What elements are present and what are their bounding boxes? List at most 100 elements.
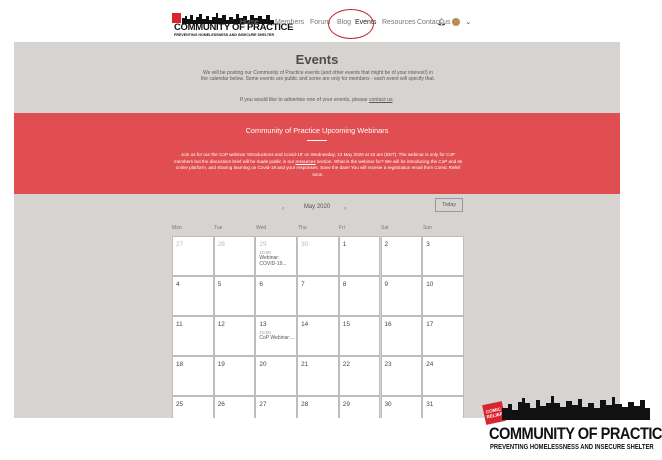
day-number: 25 bbox=[176, 401, 184, 408]
nav-item-home[interactable]: Home bbox=[240, 19, 259, 26]
calendar-day-cell[interactable]: 30 bbox=[380, 396, 423, 418]
weekday-label: Tue bbox=[214, 225, 223, 231]
avatar[interactable] bbox=[452, 18, 461, 26]
day-number: 20 bbox=[259, 361, 267, 368]
calendar-day-cell[interactable]: 2 bbox=[380, 236, 423, 276]
calendar-day-cell[interactable]: 28 bbox=[297, 396, 339, 418]
day-number: 11 bbox=[176, 321, 183, 328]
day-number: 14 bbox=[301, 321, 309, 328]
calendar-day-cell[interactable]: 11 bbox=[172, 316, 214, 356]
banner-divider bbox=[307, 140, 327, 141]
calendar-day-cell[interactable]: 28 bbox=[213, 236, 256, 276]
calendar-day-cell[interactable]: 27 bbox=[255, 396, 298, 418]
calendar-day-cell[interactable]: 18 bbox=[172, 356, 214, 396]
calendar-day-cell[interactable]: 23 bbox=[380, 356, 423, 396]
day-number: 2 bbox=[384, 241, 389, 248]
skyline-icon bbox=[502, 396, 650, 420]
calendar-day-cell[interactable]: 1 bbox=[338, 236, 381, 276]
nav-item-members[interactable]: Members bbox=[275, 19, 304, 26]
calendar-day-cell[interactable]: 29 bbox=[338, 396, 381, 418]
chevron-down-icon[interactable]: ⌄ bbox=[465, 18, 471, 26]
day-number: 1 bbox=[342, 241, 347, 248]
webinar-banner: Community of Practice Upcoming Webinars … bbox=[14, 113, 620, 194]
calendar-day-cell[interactable]: 13 10:00 CoP Webinar:... bbox=[255, 316, 298, 356]
nav-item-resources[interactable]: Resources bbox=[382, 19, 415, 26]
site-logo[interactable]: COMMUNITY OF PRACTICE PREVENTING HOMELES… bbox=[172, 12, 293, 40]
advertise-line: If you would like to advertise one of yo… bbox=[14, 97, 620, 103]
calendar-day-cell[interactable]: 19 bbox=[213, 356, 256, 396]
calendar-day-cell[interactable]: 14 bbox=[297, 316, 339, 356]
logo-big-subtitle: PREVENTING HOMELESSNESS AND INSECURE SHE… bbox=[490, 444, 654, 451]
day-number: 28 bbox=[217, 241, 225, 248]
weekday-label: Mon bbox=[172, 225, 182, 231]
calendar-day-cell[interactable]: 9 bbox=[380, 276, 423, 316]
calendar-day-cell[interactable]: 25 bbox=[172, 396, 214, 418]
calendar-day-cell[interactable]: 6 bbox=[255, 276, 298, 316]
weekday-header: Mon Tue Wed Thu Fri Sat Sun bbox=[172, 225, 464, 233]
resources-link[interactable]: resources bbox=[295, 159, 315, 164]
banner-text: Join us for our the CoP webinar 'Introdu… bbox=[173, 152, 463, 177]
logo-big-title: COMMUNITY OF PRACTICE bbox=[489, 424, 662, 443]
day-number: 27 bbox=[259, 401, 267, 408]
weekday-label: Wed bbox=[256, 225, 267, 231]
calendar-day-cell[interactable]: 10 bbox=[422, 276, 464, 316]
contact-us-link[interactable]: contact us bbox=[369, 97, 393, 103]
day-number: 4 bbox=[176, 281, 180, 288]
day-number: 28 bbox=[301, 401, 309, 408]
event-title[interactable]: CoP Webinar:... bbox=[259, 335, 296, 341]
calendar-day-cell[interactable]: 24 bbox=[422, 356, 464, 396]
page-title: Events bbox=[295, 52, 339, 67]
calendar-day-cell[interactable]: 4 bbox=[172, 276, 214, 316]
calendar-day-cell[interactable]: 17 bbox=[422, 316, 464, 356]
calendar-day-cell[interactable]: 30 bbox=[297, 236, 339, 276]
calendar-day-cell[interactable]: 21 bbox=[297, 356, 339, 396]
day-number: 30 bbox=[301, 241, 309, 248]
day-number: 10 bbox=[426, 281, 434, 288]
day-number: 5 bbox=[217, 281, 222, 288]
user-menu: 🔔︎ ⌄ bbox=[437, 18, 471, 26]
logo-subtitle: PREVENTING HOMELESSNESS AND INSECURE SHE… bbox=[174, 33, 275, 37]
day-number: 6 bbox=[259, 281, 263, 288]
day-number: 26 bbox=[217, 401, 225, 408]
day-number: 27 bbox=[176, 241, 184, 248]
calendar-day-cell[interactable]: 22 bbox=[338, 356, 381, 396]
day-number: 30 bbox=[384, 401, 392, 408]
day-number: 23 bbox=[384, 361, 392, 368]
day-number: 12 bbox=[217, 321, 225, 328]
advertise-text: If you would like to advertise one of yo… bbox=[239, 97, 368, 103]
calendar-day-cell[interactable]: 15 bbox=[338, 316, 381, 356]
calendar-day-cell[interactable]: 7 bbox=[297, 276, 339, 316]
month-label: May 2020 bbox=[303, 204, 331, 210]
day-number: 31 bbox=[426, 401, 434, 408]
top-navigation: COMMUNITY OF PRACTICE PREVENTING HOMELES… bbox=[14, 8, 620, 42]
calendar-day-cell[interactable]: 27 bbox=[172, 236, 214, 276]
calendar-day-cell[interactable]: 3 bbox=[422, 236, 464, 276]
weekday-label: Fri bbox=[339, 225, 345, 231]
calendar-day-cell[interactable]: 29 10:00 Webinar: COVID-19... bbox=[255, 236, 298, 276]
today-button[interactable]: Today bbox=[435, 198, 463, 212]
calendar-day-cell[interactable]: 26 bbox=[213, 396, 256, 418]
calendar-day-cell[interactable]: 5 bbox=[213, 276, 256, 316]
bell-icon[interactable]: 🔔︎ bbox=[437, 18, 446, 26]
day-number: 17 bbox=[426, 321, 434, 328]
day-number: 29 bbox=[259, 241, 267, 248]
day-number: 3 bbox=[426, 241, 430, 248]
weekday-label: Sat bbox=[381, 225, 389, 231]
calendar-day-cell[interactable]: 20 bbox=[255, 356, 298, 396]
website-screenshot: COMMUNITY OF PRACTICE PREVENTING HOMELES… bbox=[14, 8, 620, 418]
calendar-day-cell[interactable]: 16 bbox=[380, 316, 423, 356]
calendar-day-cell[interactable]: 31 bbox=[422, 396, 464, 418]
advertise-end: . bbox=[392, 97, 395, 103]
community-of-practice-logo: COMIC RELIEF COMMUNITY OF PRACTICE PREVE… bbox=[482, 394, 662, 460]
day-number: 9 bbox=[384, 281, 389, 288]
day-number: 13 bbox=[259, 321, 267, 328]
calendar-day-cell[interactable]: 12 bbox=[213, 316, 256, 356]
day-number: 21 bbox=[301, 361, 309, 368]
event-title[interactable]: Webinar: COVID-19... bbox=[259, 255, 296, 267]
calendar-day-cell[interactable]: 8 bbox=[338, 276, 381, 316]
next-month-icon[interactable]: › bbox=[344, 205, 346, 212]
day-number: 24 bbox=[426, 361, 434, 368]
banner-title: Community of Practice Upcoming Webinars bbox=[245, 126, 389, 135]
weekday-label: Thu bbox=[298, 225, 307, 231]
day-number: 22 bbox=[342, 361, 350, 368]
